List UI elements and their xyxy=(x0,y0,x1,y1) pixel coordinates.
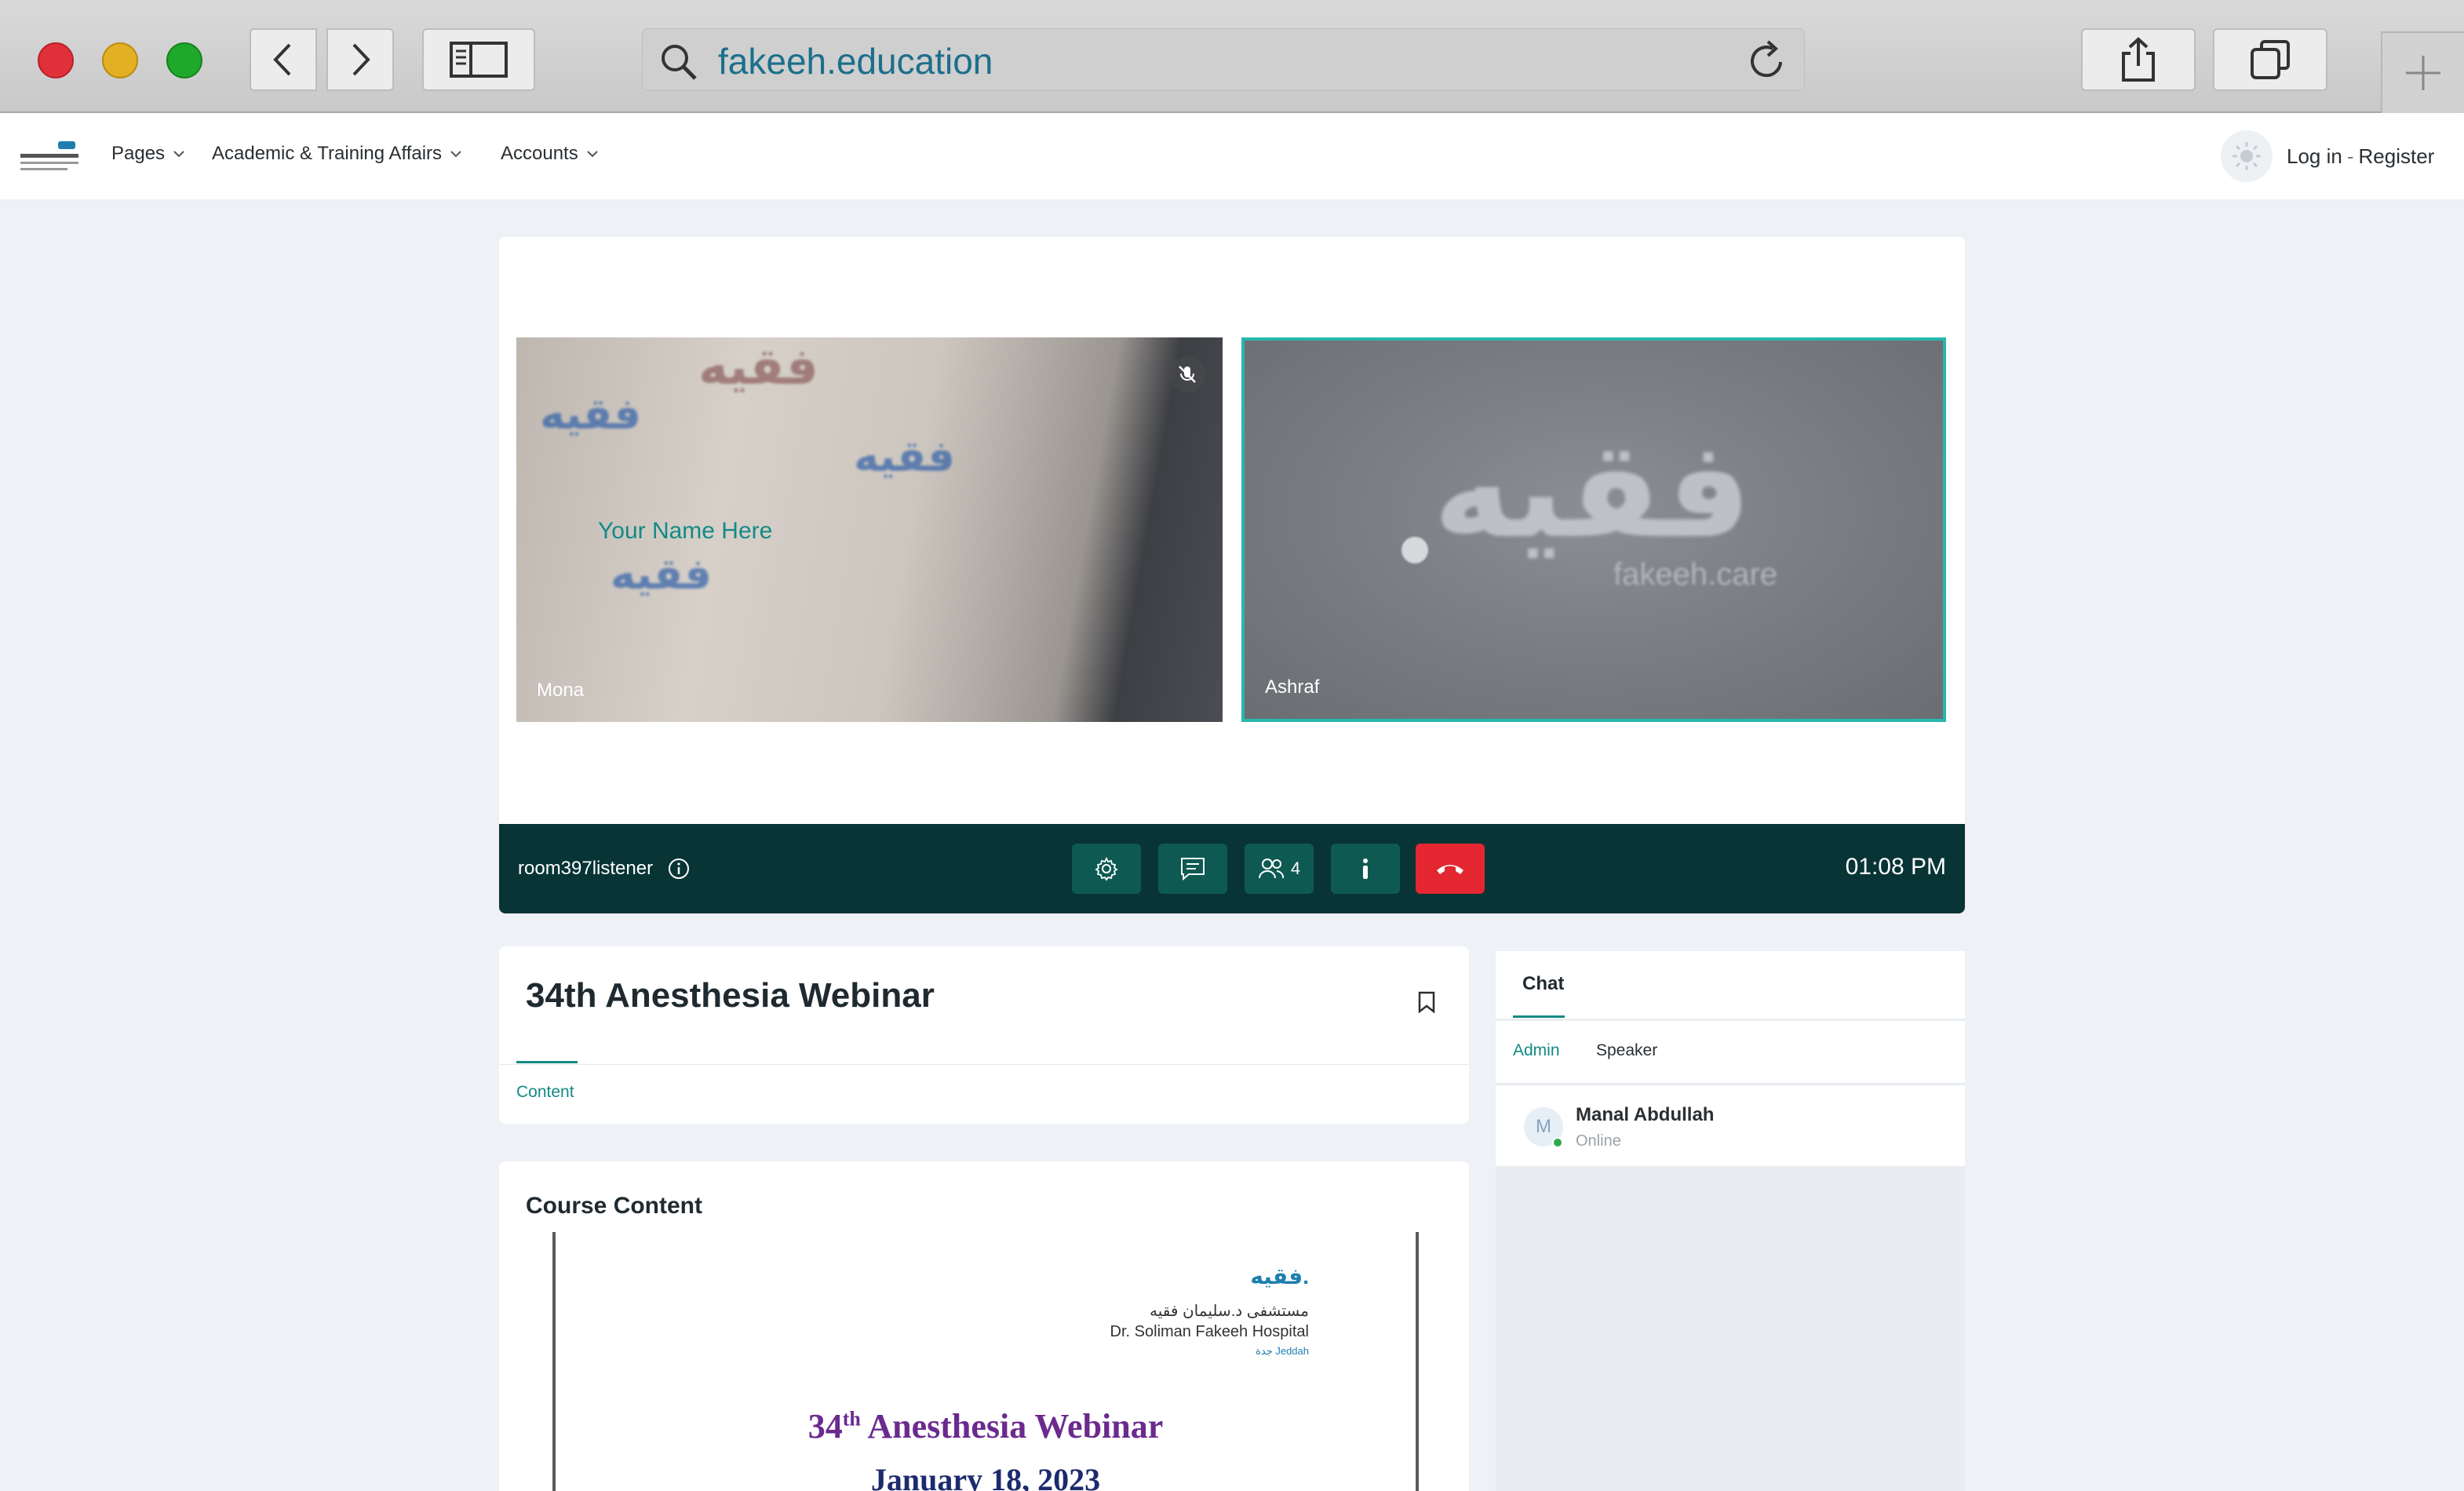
nav-accounts[interactable]: Accounts xyxy=(501,143,599,165)
tile2-logo-dot xyxy=(1401,537,1428,563)
tabs-icon xyxy=(2251,40,2290,79)
site-navbar: Pages Academic & Training Affairs Accoun… xyxy=(0,115,2464,199)
phone-hangup-icon xyxy=(1437,865,1463,874)
sidebar-icon xyxy=(450,42,508,78)
gear-icon xyxy=(1095,856,1118,881)
forward-button[interactable] xyxy=(326,28,394,91)
settings-button[interactable] xyxy=(1072,844,1141,894)
webinar-title: 34th Anesthesia Webinar xyxy=(526,976,935,1015)
chat-icon xyxy=(1181,858,1205,881)
online-status-dot xyxy=(1552,1137,1563,1148)
video-tile-ashraf[interactable]: فقيه fakeeh.care Ashraf xyxy=(1241,337,1946,722)
subtab-speaker[interactable]: Speaker xyxy=(1596,1041,1657,1060)
chat-user-row[interactable]: M Manal Abdullah Online xyxy=(1496,1085,1965,1166)
chat-tab-indicator xyxy=(1513,1015,1565,1018)
tile2-blur-logo: فقيه xyxy=(1433,416,1752,565)
name-overlay: Your Name Here xyxy=(598,518,773,544)
meeting-control-bar: room397listener 4 01:08 PM xyxy=(499,824,1965,913)
mic-muted-icon xyxy=(1169,356,1205,392)
tile1-blur-text-2: فقيه xyxy=(854,433,956,480)
doc-date: January 18, 2023 xyxy=(870,1462,1101,1491)
tile1-blur-text-3: فقيه xyxy=(611,551,713,598)
bookmark-icon[interactable] xyxy=(1417,990,1436,1018)
nav-accounts-label: Accounts xyxy=(501,143,578,164)
chat-header: Chat xyxy=(1496,951,1965,1019)
nav-pages[interactable]: Pages xyxy=(111,143,185,165)
chat-subtabs: Admin Speaker xyxy=(1496,1020,1965,1083)
course-content-title: Course Content xyxy=(526,1193,702,1219)
nav-academic-training[interactable]: Academic & Training Affairs xyxy=(212,143,462,165)
minimize-window-button[interactable] xyxy=(102,42,138,78)
content-tab-indicator xyxy=(516,1061,578,1063)
close-window-button[interactable] xyxy=(38,42,74,78)
chat-panel: Chat Admin Speaker M Manal Abdullah Onli… xyxy=(1496,951,1965,1491)
doc-hospital-arabic: مستشفى د.سليمان فقيه xyxy=(1150,1303,1309,1320)
course-content-card: Course Content فقيه. مستشفى د.سليمان فقي… xyxy=(499,1161,1469,1491)
info-icon[interactable] xyxy=(667,857,691,880)
nav-academic-label: Academic & Training Affairs xyxy=(212,143,443,164)
webinar-info-card: 34th Anesthesia Webinar Content xyxy=(499,946,1469,1124)
raise-hand-button[interactable] xyxy=(1331,844,1400,894)
auth-separator: - xyxy=(2346,144,2354,168)
doc-hospital-english: Dr. Soliman Fakeeh Hospital xyxy=(1110,1323,1309,1340)
subtab-admin[interactable]: Admin xyxy=(1513,1041,1560,1060)
auth-links: Log in - Register xyxy=(2287,144,2434,169)
course-document-preview[interactable]: فقيه. مستشفى د.سليمان فقيه Dr. Soliman F… xyxy=(552,1232,1419,1491)
tile1-blur-text-1: فقيه xyxy=(540,391,642,438)
doc-heading-number: 34 xyxy=(807,1407,843,1445)
theme-toggle-button[interactable] xyxy=(2221,130,2273,182)
doc-logo-text: فقيه. xyxy=(1250,1264,1309,1289)
hand-icon xyxy=(1363,859,1368,879)
participant-name-ashraf: Ashraf xyxy=(1265,676,1320,698)
chevron-down-icon xyxy=(587,151,598,158)
sun-icon xyxy=(2233,142,2261,170)
maximize-window-button[interactable] xyxy=(166,42,202,78)
share-icon xyxy=(2122,37,2155,82)
url-text[interactable]: fakeeh.education xyxy=(718,40,993,82)
register-link[interactable]: Register xyxy=(2359,144,2435,168)
plus-icon xyxy=(2406,56,2440,90)
search-icon xyxy=(658,42,699,86)
chevron-down-icon xyxy=(450,151,461,158)
tabs-overview-button[interactable] xyxy=(2213,28,2327,91)
back-button[interactable] xyxy=(250,28,317,91)
chevron-left-icon xyxy=(273,43,291,76)
tab-chat[interactable]: Chat xyxy=(1522,973,1564,995)
doc-heading-text: Anesthesia Webinar xyxy=(860,1407,1164,1445)
new-tab-button[interactable] xyxy=(2381,31,2464,113)
address-bar[interactable]: fakeeh.education xyxy=(642,28,1805,91)
chat-button[interactable] xyxy=(1158,844,1227,894)
participants-count: 4 xyxy=(1290,859,1301,878)
tile1-blur-text-0: فقيه xyxy=(698,338,818,395)
users-icon xyxy=(1258,859,1284,879)
chevron-right-icon xyxy=(352,43,370,76)
site-logo[interactable] xyxy=(17,138,82,176)
chat-user-status: Online xyxy=(1576,1132,1621,1150)
participant-name-mona: Mona xyxy=(537,680,585,701)
nav-pages-label: Pages xyxy=(111,143,166,164)
room-name: room397listener xyxy=(518,858,654,879)
browser-chrome: fakeeh.education xyxy=(0,0,2464,113)
doc-heading: 34th Anesthesia Webinar xyxy=(556,1406,1416,1446)
reload-icon[interactable] xyxy=(1746,38,1788,86)
sidebar-toggle-button[interactable] xyxy=(422,28,535,91)
room-info: room397listener xyxy=(518,857,691,880)
chevron-down-icon xyxy=(173,151,184,158)
share-button[interactable] xyxy=(2081,28,2196,91)
participants-button[interactable]: 4 xyxy=(1245,844,1314,894)
login-link[interactable]: Log in xyxy=(2287,144,2342,168)
tab-divider xyxy=(499,1064,1469,1065)
meeting-clock: 01:08 PM xyxy=(1845,854,1946,880)
leave-call-button[interactable] xyxy=(1416,844,1485,894)
doc-heading-ordinal: th xyxy=(842,1407,861,1431)
chat-user-name: Manal Abdullah xyxy=(1576,1104,1715,1125)
tab-content[interactable]: Content xyxy=(516,1083,574,1102)
tile2-blur-subtext: fakeeh.care xyxy=(1613,557,1778,592)
doc-city: جدة Jeddah xyxy=(1256,1345,1309,1357)
